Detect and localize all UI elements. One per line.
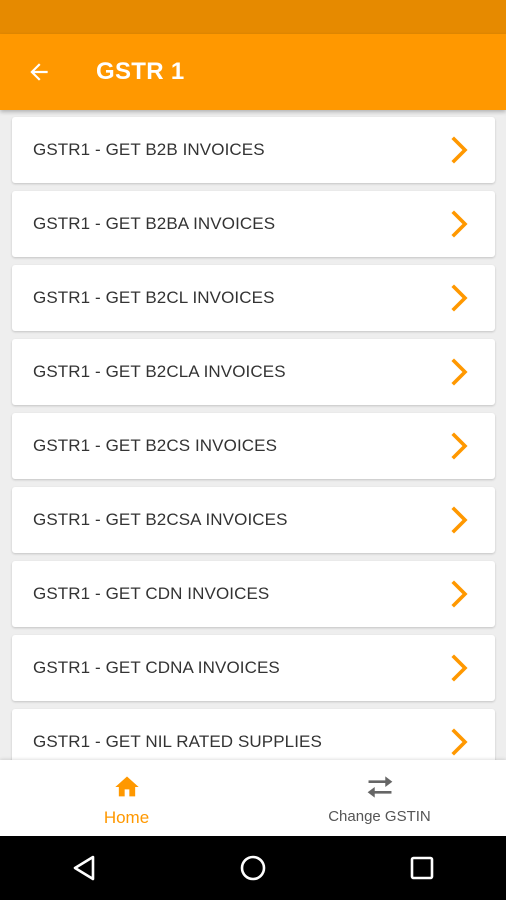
list-item-label: GSTR1 - GET NIL RATED SUPPLIES (33, 732, 322, 751)
list-item-cdna[interactable]: GSTR1 - GET CDNA INVOICES (12, 635, 495, 701)
list-item-b2ba[interactable]: GSTR1 - GET B2BA INVOICES (12, 191, 495, 257)
back-button[interactable] (20, 53, 58, 91)
list-item-b2csa[interactable]: GSTR1 - GET B2CSA INVOICES (12, 487, 495, 553)
chevron-right-icon (449, 727, 471, 757)
list-item-b2cs[interactable]: GSTR1 - GET B2CS INVOICES (12, 413, 495, 479)
system-home-button[interactable] (223, 838, 283, 898)
status-bar (0, 0, 506, 34)
list-item-label: GSTR1 - GET B2B INVOICES (33, 140, 265, 159)
nav-change-gstin-label: Change GSTIN (328, 808, 431, 825)
list-item-label: GSTR1 - GET B2BA INVOICES (33, 214, 276, 233)
list-item-nil-rated[interactable]: GSTR1 - GET NIL RATED SUPPLIES (12, 709, 495, 760)
list-item-label: GSTR1 - GET B2CLA INVOICES (33, 362, 286, 381)
nav-home[interactable]: Home (0, 760, 253, 836)
nav-change-gstin[interactable]: Change GSTIN (253, 760, 506, 836)
chevron-right-icon (449, 505, 471, 535)
list-item-label: GSTR1 - GET CDNA INVOICES (33, 658, 280, 677)
chevron-right-icon (449, 135, 471, 165)
triangle-back-icon (74, 855, 95, 881)
list-item-label: GSTR1 - GET B2CS INVOICES (33, 436, 278, 455)
list-item-label: GSTR1 - GET B2CL INVOICES (33, 288, 275, 307)
app-bar: GSTR 1 (0, 34, 506, 110)
list-item-b2b[interactable]: GSTR1 - GET B2B INVOICES (12, 117, 495, 183)
page-title: GSTR 1 (96, 58, 185, 85)
chevron-right-icon (449, 357, 471, 387)
chevron-right-icon (449, 209, 471, 239)
system-recents-button[interactable] (392, 838, 452, 898)
chevron-right-icon (449, 653, 471, 683)
square-recents-icon (410, 856, 433, 880)
chevron-right-icon (449, 431, 471, 461)
report-list: GSTR1 - GET B2B INVOICES GSTR1 - GET B2B… (0, 110, 506, 760)
list-item-cdn[interactable]: GSTR1 - GET CDN INVOICES (12, 561, 495, 627)
home-icon (112, 772, 142, 802)
system-navigation-bar (0, 836, 506, 900)
circle-home-icon (240, 855, 266, 881)
chevron-right-icon (449, 283, 471, 313)
system-back-button[interactable] (54, 838, 114, 898)
list-item-b2cla[interactable]: GSTR1 - GET B2CLA INVOICES (12, 339, 495, 405)
list-item-b2cl[interactable]: GSTR1 - GET B2CL INVOICES (12, 265, 495, 331)
bottom-navigation: Home Change GSTIN (0, 760, 506, 836)
list-item-label: GSTR1 - GET B2CSA INVOICES (33, 510, 288, 529)
swap-arrows-icon (365, 772, 395, 802)
list-item-label: GSTR1 - GET CDN INVOICES (33, 584, 270, 603)
nav-home-label: Home (103, 808, 150, 827)
chevron-right-icon (449, 579, 471, 609)
arrow-left-icon (30, 63, 48, 81)
